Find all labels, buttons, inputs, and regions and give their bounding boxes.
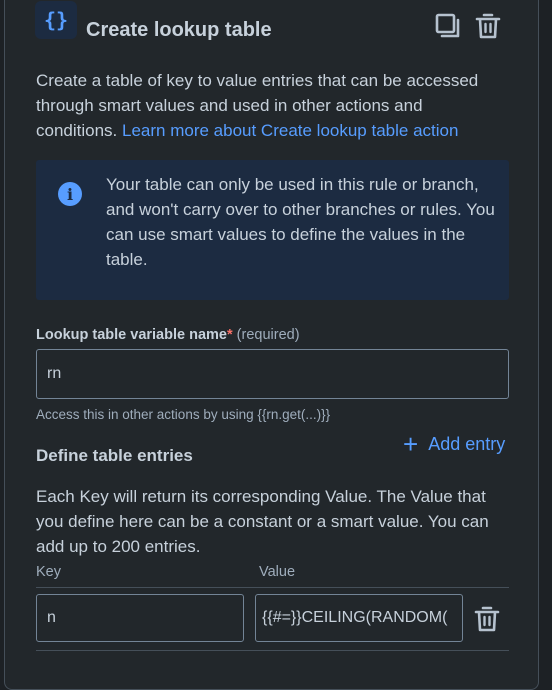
duplicate-button[interactable]: [433, 11, 463, 41]
curly-braces-icon: {}: [35, 1, 77, 39]
required-asterisk: *: [226, 327, 233, 343]
rule-component-panel: {} Create lookup table Create a table of…: [4, 0, 539, 690]
learn-more-link[interactable]: Learn more about Create lookup table act…: [122, 121, 458, 140]
key-column-header: Key: [36, 564, 61, 580]
info-text: Your table can only be used in this rule…: [106, 175, 495, 269]
variable-name-input[interactable]: [36, 349, 509, 399]
info-icon-glyph: i: [66, 184, 74, 204]
add-entry-label: Add entry: [428, 433, 506, 454]
define-entries-title: Define table entries: [36, 446, 193, 465]
table-divider: [36, 587, 509, 588]
trash-icon: [475, 13, 501, 39]
action-description: Create a table of key to value entries t…: [36, 68, 506, 143]
info-message: i Your table can only be used in this ru…: [36, 160, 509, 300]
info-icon: i: [58, 182, 82, 206]
duplicate-icon: [435, 13, 460, 38]
entry-key-input[interactable]: [36, 594, 244, 642]
variable-name-label: Lookup table variable name* (required): [36, 327, 300, 343]
entry-value-input[interactable]: [255, 594, 463, 642]
value-column-header: Value: [259, 564, 296, 580]
required-text: (required): [236, 327, 300, 343]
plus-icon: +: [403, 429, 419, 459]
variable-helper-text: Access this in other actions by using {{…: [36, 407, 331, 422]
panel-header: {} Create lookup table: [5, 0, 538, 41]
delete-entry-button[interactable]: [472, 603, 502, 635]
curly-braces-glyph: {}: [43, 8, 69, 32]
delete-button[interactable]: [473, 11, 503, 41]
panel-title: Create lookup table: [86, 19, 272, 41]
trash-icon: [474, 606, 500, 632]
row-divider: [36, 650, 509, 651]
variable-name-label-text: Lookup table variable name: [36, 327, 227, 343]
entries-description: Each Key will return its corresponding V…: [36, 487, 489, 556]
add-entry-button[interactable]: + Add entry: [403, 431, 505, 457]
